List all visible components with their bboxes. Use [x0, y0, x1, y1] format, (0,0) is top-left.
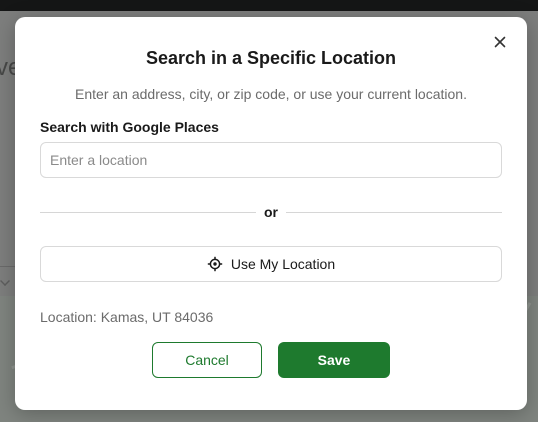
cancel-button[interactable]: Cancel: [152, 342, 262, 378]
use-my-location-label: Use My Location: [230, 256, 336, 272]
search-field-label: Search with Google Places: [40, 119, 219, 135]
divider-or-text: or: [264, 204, 278, 220]
location-search-modal: Search in a Specific Location Enter an a…: [15, 17, 527, 410]
modal-subtitle: Enter an address, city, or zip code, or …: [75, 86, 467, 102]
divider-line-right: [286, 212, 502, 213]
background-top-bar: [0, 0, 538, 11]
current-location-text: Location: Kamas, UT 84036: [40, 309, 214, 325]
modal-title: Search in a Specific Location: [145, 48, 397, 68]
save-button[interactable]: Save: [278, 342, 390, 378]
crosshair-icon: [207, 256, 223, 272]
use-my-location-button[interactable]: Use My Location: [40, 246, 502, 282]
location-search-input[interactable]: [40, 142, 502, 178]
divider-line-left: [40, 212, 256, 213]
